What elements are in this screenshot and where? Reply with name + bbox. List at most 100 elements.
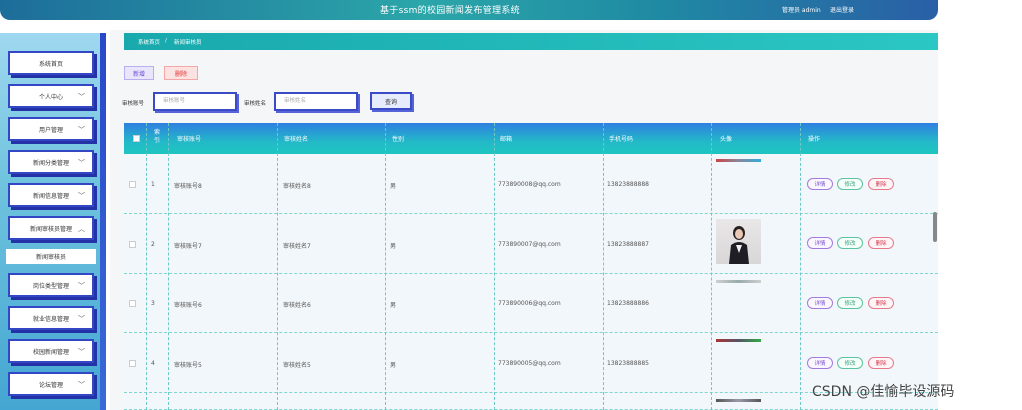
detail-button[interactable]: 详情	[807, 178, 833, 190]
row-delete-button[interactable]: 删除	[868, 237, 894, 249]
row-email: 773890006@qq.com	[498, 300, 561, 307]
sidebar-item-employment[interactable]: 就业信息管理 ﹀	[8, 306, 94, 330]
row-index: 4	[151, 360, 155, 367]
sidebar-subitem-reviewer[interactable]: 新闻审核员	[6, 249, 96, 264]
chevron-down-icon: ﹀	[78, 93, 85, 101]
column-header-phone: 手机号码	[609, 136, 634, 143]
column-divider	[494, 123, 495, 410]
row-account: 审核账号6	[174, 302, 202, 309]
sidebar-item-label: 个人中心	[38, 93, 63, 101]
sidebar-item-forum[interactable]: 论坛管理 ﹀	[8, 372, 94, 396]
row-gender: 男	[390, 183, 397, 190]
column-divider	[168, 123, 169, 410]
chevron-down-icon: ﹀	[78, 192, 85, 200]
row-checkbox[interactable]	[129, 300, 136, 307]
chevron-down-icon: ﹀	[78, 126, 85, 134]
row-index: 1	[151, 181, 155, 188]
row-email: 773890007@qq.com	[498, 241, 561, 248]
sidebar-item-label: 用户管理	[38, 126, 63, 134]
chevron-down-icon: ﹀	[78, 159, 85, 167]
row-gender: 男	[390, 243, 397, 250]
row-account: 审核账号7	[174, 243, 202, 250]
current-user: 管理员 admin	[782, 7, 821, 14]
row-phone: 13823888886	[607, 300, 649, 307]
row-account: 审核账号8	[174, 183, 202, 190]
column-header-index: 索引	[154, 129, 161, 144]
row-delete-button[interactable]: 删除	[868, 357, 894, 369]
sidebar-item-campus-news[interactable]: 校园新闻管理 ﹀	[8, 339, 94, 363]
row-delete-button[interactable]: 删除	[868, 178, 894, 190]
row-account: 审核账号5	[174, 362, 202, 369]
column-divider	[277, 123, 278, 410]
column-divider	[146, 123, 147, 410]
sidebar-item-profile[interactable]: 个人中心 ﹀	[8, 84, 94, 108]
column-divider	[385, 123, 386, 410]
sidebar-item-label: 新闻分类管理	[32, 159, 69, 167]
edit-button[interactable]: 修改	[837, 297, 863, 309]
detail-button[interactable]: 详情	[807, 357, 833, 369]
row-name: 审核姓名6	[283, 302, 311, 309]
logout-link[interactable]: 退出登录	[830, 5, 854, 14]
name-label: 审核姓名	[244, 101, 267, 107]
vertical-scrollbar[interactable]	[933, 212, 937, 242]
avatar-thumbnail	[716, 159, 761, 162]
column-divider	[800, 123, 801, 410]
row-delete-button[interactable]: 删除	[868, 297, 894, 309]
chevron-down-icon: ﹀	[78, 282, 85, 290]
delete-button[interactable]: 删除	[164, 66, 198, 80]
select-all-checkbox[interactable]	[133, 135, 140, 142]
column-divider	[711, 123, 712, 410]
sidebar-item-label: 论坛管理	[38, 381, 63, 389]
sidebar-item-label: 新闻审核员管理	[29, 225, 72, 233]
column-header-email: 邮箱	[500, 136, 513, 143]
row-checkbox[interactable]	[129, 181, 136, 188]
sidebar-item-label: 系统首页	[38, 60, 63, 68]
person-photo-icon	[729, 226, 749, 264]
row-checkbox[interactable]	[129, 241, 136, 248]
table-header: 索引 审核账号 审核姓名 性别 邮箱 手机号码 头像 操作	[124, 123, 938, 154]
column-divider	[603, 123, 604, 410]
sidebar-item-job-type[interactable]: 岗位类型管理 ﹀	[8, 273, 94, 297]
edit-button[interactable]: 修改	[837, 237, 863, 249]
search-button[interactable]: 查询	[370, 92, 412, 110]
sidebar-item-reviewer[interactable]: 新闻审核员管理 ︿	[8, 216, 94, 240]
add-button[interactable]: 新增	[124, 66, 154, 80]
avatar-thumbnail	[716, 339, 761, 342]
detail-button[interactable]: 详情	[807, 237, 833, 249]
name-search-input[interactable]: 审核姓名	[274, 92, 358, 111]
sidebar: 系统首页 个人中心 ﹀ 用户管理 ﹀ 新闻分类管理 ﹀ 新闻信息管理 ﹀ 新闻审核员管理…	[0, 33, 106, 410]
sidebar-item-news-info[interactable]: 新闻信息管理 ﹀	[8, 183, 94, 207]
row-name: 审核姓名8	[283, 183, 311, 190]
column-header-account: 审核账号	[177, 136, 202, 143]
detail-button[interactable]: 详情	[807, 297, 833, 309]
row-checkbox[interactable]	[129, 360, 136, 367]
sidebar-item-users[interactable]: 用户管理 ﹀	[8, 117, 94, 141]
avatar-thumbnail	[716, 399, 761, 402]
row-email: 773890005@qq.com	[498, 360, 561, 367]
sidebar-item-home[interactable]: 系统首页	[8, 51, 94, 75]
chevron-up-icon: ︿	[78, 225, 85, 233]
account-label: 审核账号	[122, 101, 145, 107]
app-title: 基于ssm的校园新闻发布管理系统	[380, 6, 520, 16]
edit-button[interactable]: 修改	[837, 357, 863, 369]
breadcrumb: 系统首页 / 新闻审核员	[124, 33, 938, 50]
edit-button[interactable]: 修改	[837, 178, 863, 190]
chevron-down-icon: ﹀	[78, 381, 85, 389]
avatar-photo	[716, 219, 761, 264]
sidebar-item-news-category[interactable]: 新闻分类管理 ﹀	[8, 150, 94, 174]
sidebar-item-label: 岗位类型管理	[32, 282, 69, 290]
column-header-avatar: 头像	[720, 136, 733, 143]
breadcrumb-current: 新闻审核员	[174, 40, 202, 46]
row-name: 审核姓名5	[283, 362, 311, 369]
column-header-gender: 性别	[392, 136, 405, 143]
column-header-name: 审核姓名	[284, 136, 309, 143]
breadcrumb-separator: /	[165, 38, 167, 44]
row-gender: 男	[390, 362, 397, 369]
row-index: 3	[151, 300, 155, 307]
row-name: 审核姓名7	[283, 243, 311, 250]
breadcrumb-home[interactable]: 系统首页	[138, 38, 160, 46]
account-search-input[interactable]: 审核账号	[153, 92, 237, 111]
sidebar-item-label: 新闻信息管理	[32, 192, 69, 200]
watermark: CSDN @佳愉毕设源码	[812, 384, 955, 400]
sidebar-item-label: 就业信息管理	[32, 315, 69, 323]
